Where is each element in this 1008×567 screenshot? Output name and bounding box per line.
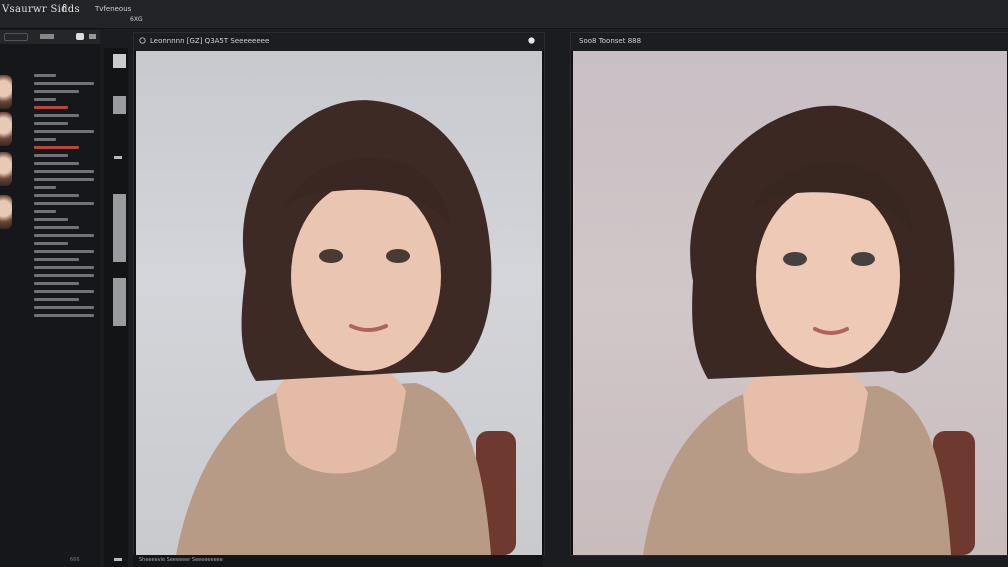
menu-item-top[interactable]: Tvfeneous — [95, 5, 131, 13]
sidebar-toolbar — [0, 30, 100, 44]
generated-image[interactable] — [136, 51, 542, 555]
list-item[interactable] — [34, 186, 56, 189]
list-item-selected[interactable] — [34, 106, 68, 109]
portrait-image — [176, 100, 516, 555]
history-thumbnail[interactable] — [0, 152, 12, 186]
panel-title: Leonnnnn [GZ] Q3A5T Seeeeeeee — [150, 37, 270, 45]
tool-strip — [104, 48, 128, 567]
panel-title: Soo8 Toonset 888 — [579, 37, 642, 45]
list-item[interactable] — [34, 130, 94, 133]
list-item[interactable] — [34, 210, 56, 213]
preview-panel-right: Soo8 Toonset 888 — [570, 32, 1008, 556]
history-sidebar: 666 — [0, 30, 100, 567]
chevron-icon[interactable] — [138, 36, 147, 45]
status-text: Sheeeevle Seeeeeer Seeeeeeeee — [139, 557, 223, 563]
list-item[interactable] — [34, 234, 94, 237]
portrait-image — [643, 105, 975, 555]
history-list — [34, 74, 100, 322]
record-icon[interactable] — [114, 558, 122, 561]
scroll-handle[interactable] — [113, 54, 126, 68]
menu-item-sub[interactable]: 6XG — [130, 16, 143, 23]
list-item[interactable] — [34, 90, 79, 93]
more-icon[interactable] — [89, 34, 96, 39]
list-item[interactable] — [34, 258, 79, 261]
panel-header: Leonnnnn [GZ] Q3A5T Seeeeeeee — [134, 33, 544, 51]
collapse-icon[interactable] — [114, 156, 122, 159]
list-item[interactable] — [34, 114, 79, 117]
preview-panel-left: Leonnnnn [GZ] Q3A5T Seeeeeeee — [133, 32, 545, 556]
list-item[interactable] — [34, 98, 56, 101]
list-item[interactable] — [34, 162, 79, 165]
status-bar: Sheeeevle Seeeeeer Seeeeeeeee — [133, 555, 543, 567]
list-item[interactable] — [34, 82, 94, 85]
filter-icon[interactable] — [40, 34, 54, 39]
list-item[interactable] — [34, 218, 68, 221]
list-item[interactable] — [34, 122, 68, 125]
sidebar-footer: 666 — [70, 557, 80, 563]
scroll-handle[interactable] — [113, 96, 126, 114]
list-item[interactable] — [34, 170, 94, 173]
list-item[interactable] — [34, 306, 94, 309]
list-item[interactable] — [34, 274, 94, 277]
scroll-handle[interactable] — [113, 278, 126, 326]
list-item[interactable] — [34, 242, 68, 245]
list-item[interactable] — [34, 290, 94, 293]
history-thumbnail[interactable] — [0, 75, 12, 109]
history-thumbnail[interactable] — [0, 112, 12, 146]
list-item[interactable] — [34, 138, 56, 141]
list-item[interactable] — [34, 266, 94, 269]
pin-icon[interactable] — [76, 33, 84, 40]
app-titlebar: Vsaurwr Sidds f · Tvfeneous 6XG — [0, 0, 1008, 29]
list-item[interactable] — [34, 226, 79, 229]
list-item[interactable] — [34, 282, 79, 285]
menu-file[interactable]: f · — [62, 4, 71, 14]
list-item[interactable] — [34, 154, 68, 157]
list-item[interactable] — [34, 298, 79, 301]
panel-header: Soo8 Toonset 888 — [571, 33, 1008, 51]
list-item[interactable] — [34, 194, 79, 197]
list-item[interactable] — [34, 314, 94, 317]
search-field[interactable] — [4, 33, 28, 41]
record-icon[interactable] — [527, 36, 536, 45]
generated-image[interactable] — [573, 51, 1007, 555]
history-thumbnail[interactable] — [0, 195, 12, 229]
list-item[interactable] — [34, 250, 94, 253]
list-item[interactable] — [34, 74, 56, 77]
list-item[interactable] — [34, 178, 94, 181]
list-item[interactable] — [34, 202, 94, 205]
scroll-handle[interactable] — [113, 194, 126, 262]
list-item-selected[interactable] — [34, 146, 79, 149]
